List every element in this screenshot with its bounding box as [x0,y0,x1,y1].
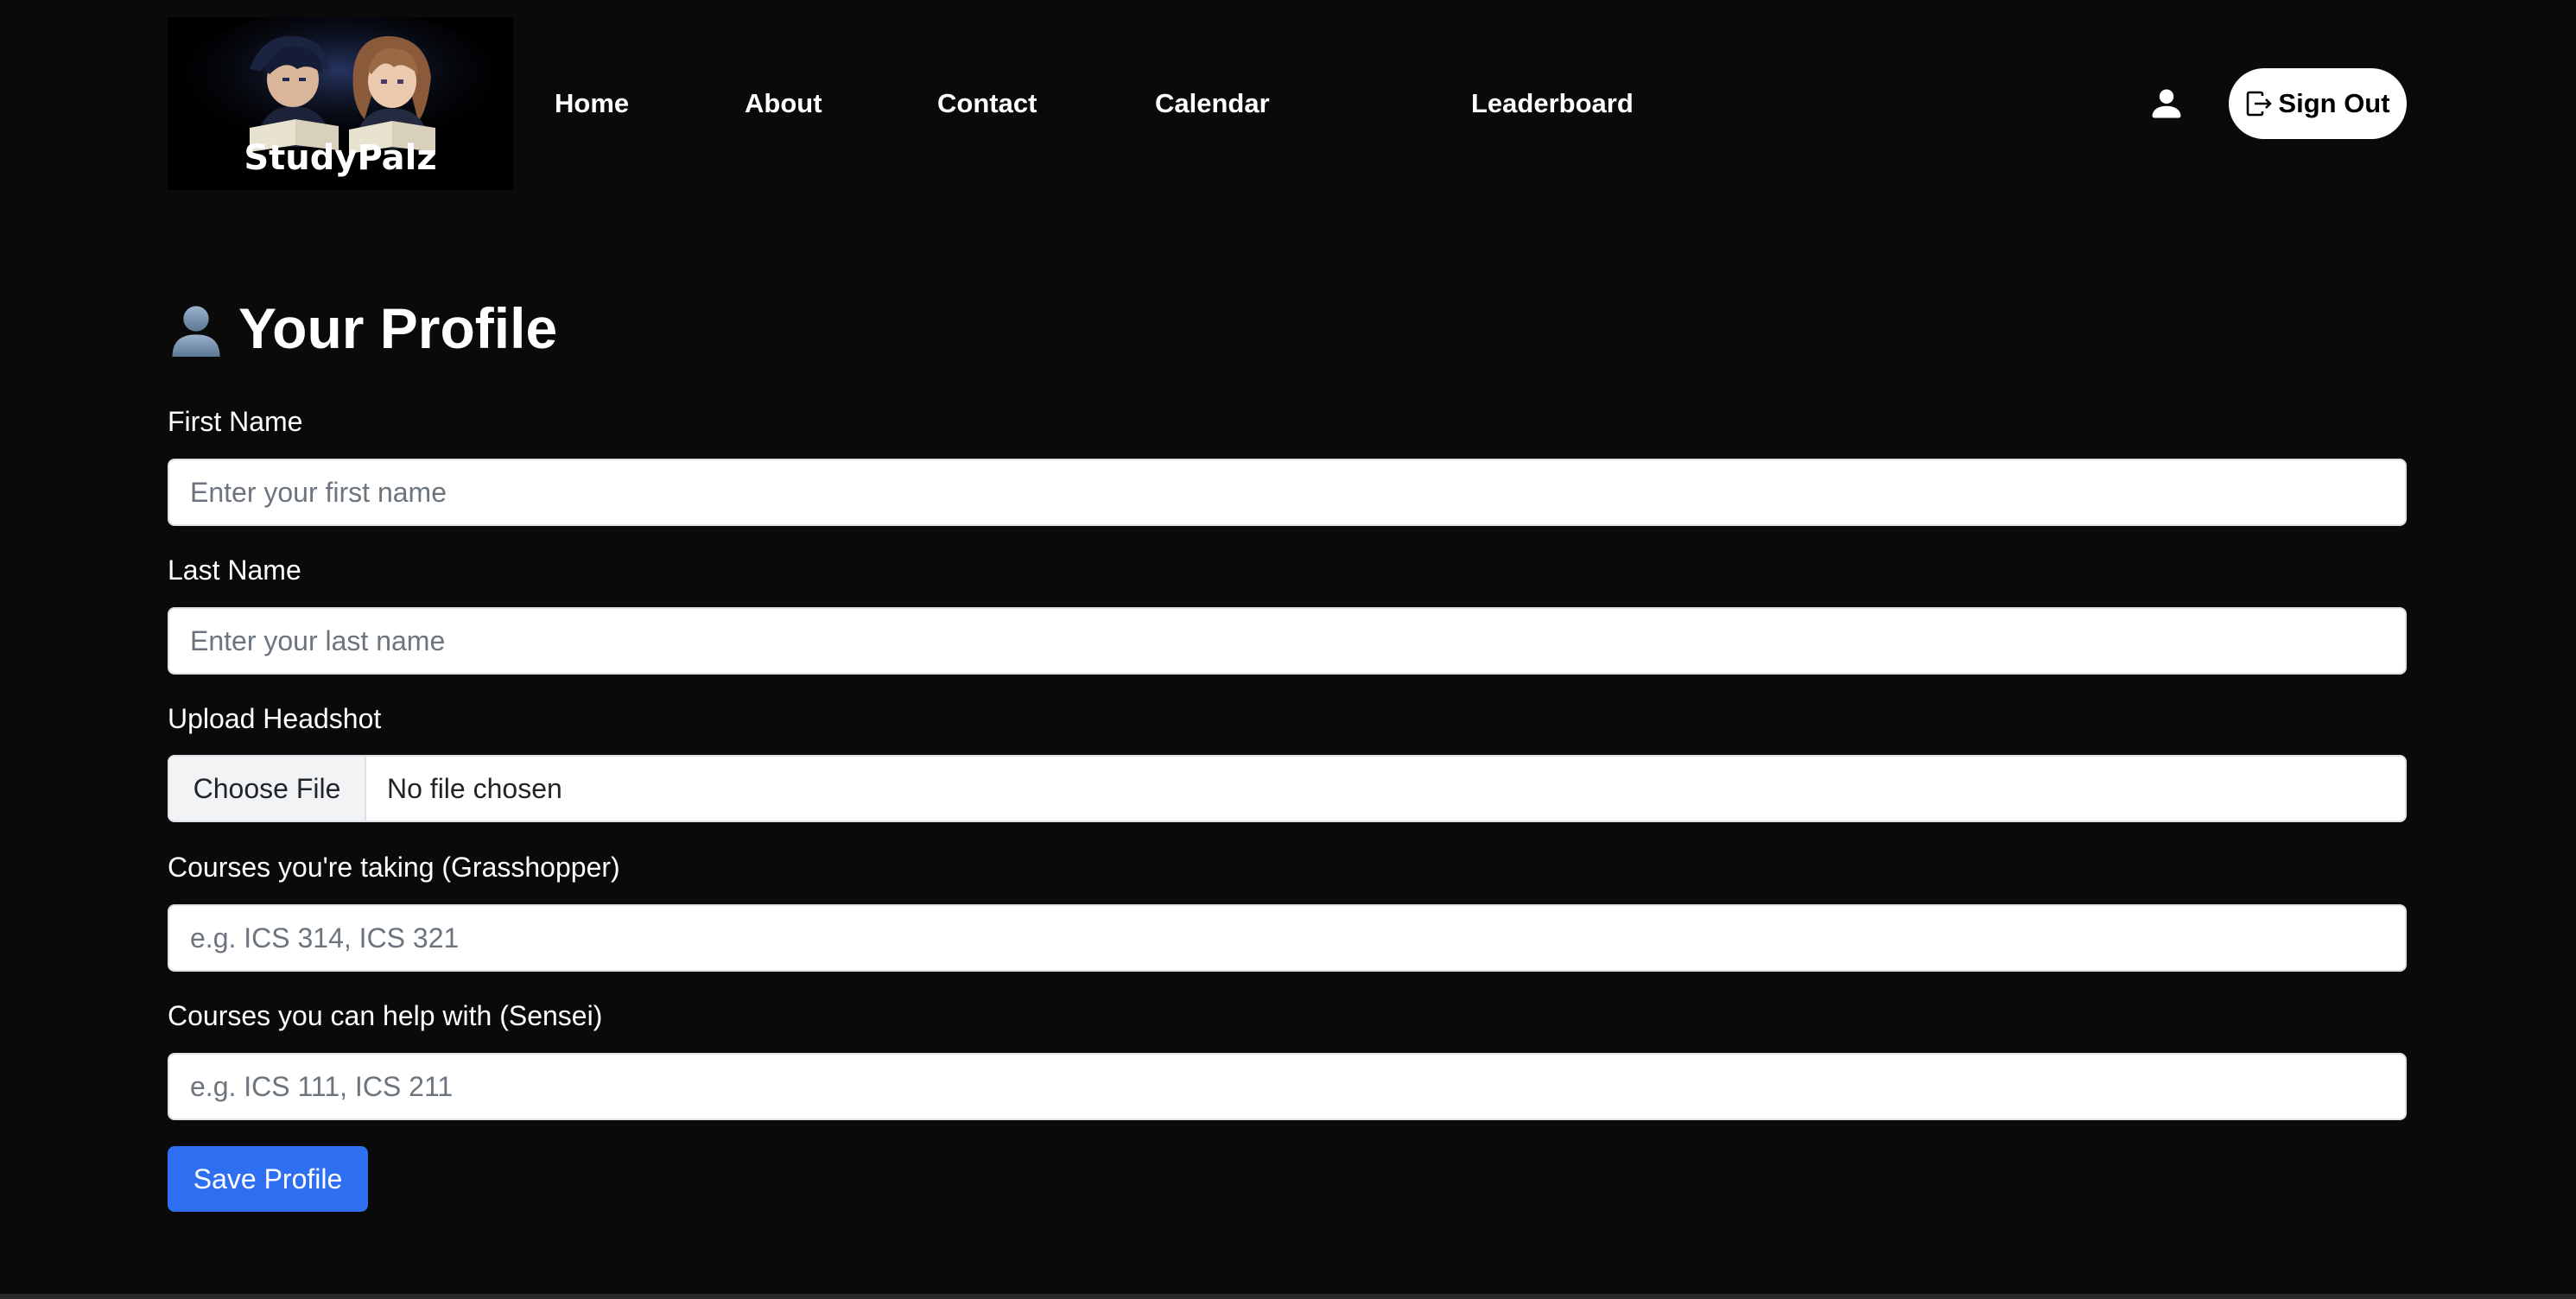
bust-in-silhouette-icon [172,306,220,357]
navbar: StudyPalz Home About Contact Calendar Le… [0,0,2576,207]
upload-headshot-label: Upload Headshot [168,703,382,734]
choose-file-button[interactable]: Choose File [169,757,366,821]
sign-out-label: Sign Out [2278,88,2390,118]
headshot-file-input[interactable]: Choose File No file chosen [168,755,2407,822]
courses-help-label: Courses you can help with (Sensei) [168,1000,603,1031]
save-profile-button[interactable]: Save Profile [168,1146,368,1212]
studypalz-logo[interactable]: StudyPalz [168,17,513,190]
page-title: Your Profile [168,285,557,371]
courses-help-input[interactable] [168,1053,2407,1120]
user-icon[interactable] [2148,85,2186,123]
file-status-text: No file chosen [387,772,562,804]
page-title-text: Your Profile [238,296,558,360]
nav-link-contact[interactable]: Contact [937,78,1037,130]
bottom-divider [0,1294,2576,1299]
courses-taking-label: Courses you're taking (Grasshopper) [168,852,620,883]
first-name-label: First Name [168,406,303,437]
last-name-input[interactable] [168,607,2407,675]
box-arrow-right-icon [2247,91,2273,117]
nav-link-about[interactable]: About [745,78,822,130]
last-name-label: Last Name [168,554,301,586]
logo-text: StudyPalz [244,138,437,178]
first-name-input[interactable] [168,459,2407,526]
nav-link-leaderboard[interactable]: Leaderboard [1471,78,1634,130]
nav-link-calendar[interactable]: Calendar [1155,78,1270,130]
nav-link-home[interactable]: Home [555,78,629,130]
courses-taking-input[interactable] [168,904,2407,972]
sign-out-button[interactable]: Sign Out [2229,68,2407,139]
